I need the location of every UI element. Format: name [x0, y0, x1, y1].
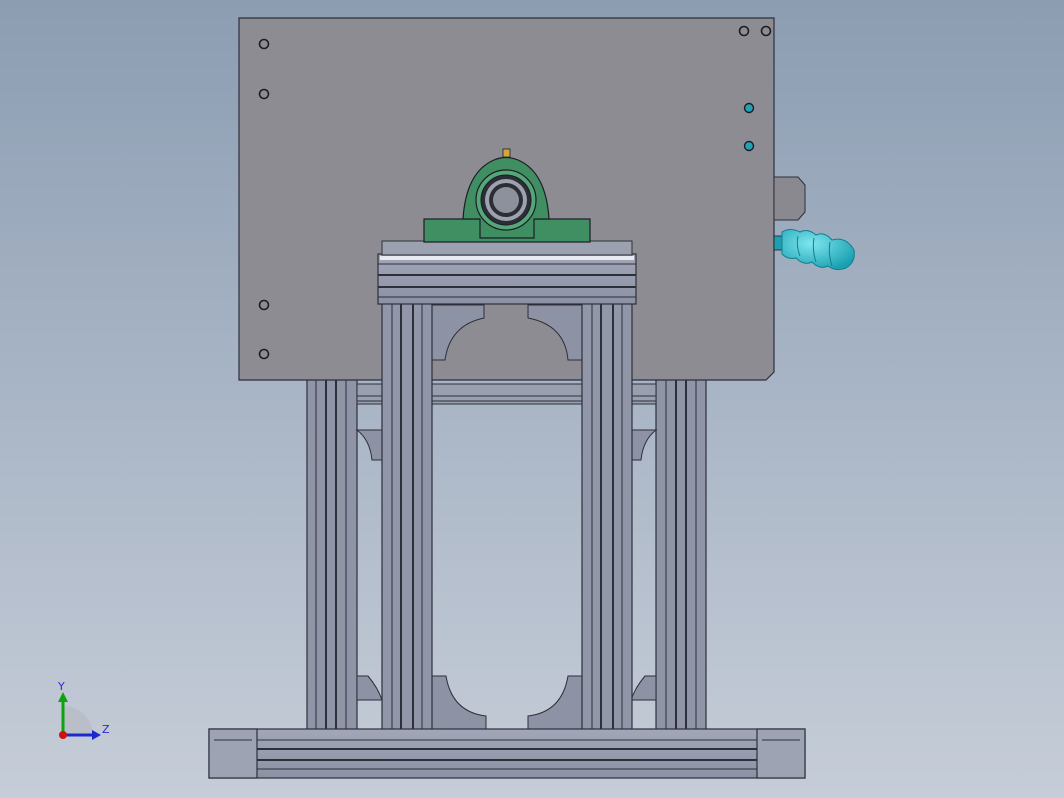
rear-frame	[306, 377, 707, 731]
coordinate-triad: Y Z	[57, 680, 110, 740]
plate-side-tab	[773, 176, 806, 221]
lower-gusset	[527, 675, 583, 731]
hole-icon	[258, 38, 270, 50]
cad-viewport[interactable]: Y Z	[0, 0, 1064, 798]
fastener-icon	[743, 140, 755, 152]
base-end-cap	[208, 728, 258, 779]
hole-icon	[258, 299, 270, 311]
grease-fitting-icon	[502, 148, 511, 158]
x-axis	[59, 731, 67, 739]
bearing-shim-plate	[381, 240, 633, 256]
base-rail	[208, 728, 806, 779]
hole-icon	[258, 88, 270, 100]
front-left-upright	[381, 302, 433, 731]
z-axis-label: Z	[102, 723, 110, 736]
base-end-cap	[756, 728, 806, 779]
handle[interactable]	[773, 229, 855, 271]
hole-icon	[760, 25, 772, 37]
front-right-upright	[581, 302, 633, 731]
lower-gusset	[431, 675, 487, 731]
rear-left-upright	[306, 377, 358, 731]
fastener-icon	[743, 102, 755, 114]
hole-icon	[738, 25, 750, 37]
hole-icon	[258, 348, 270, 360]
rear-right-upright	[655, 377, 707, 731]
y-axis-label: Y	[57, 680, 65, 693]
